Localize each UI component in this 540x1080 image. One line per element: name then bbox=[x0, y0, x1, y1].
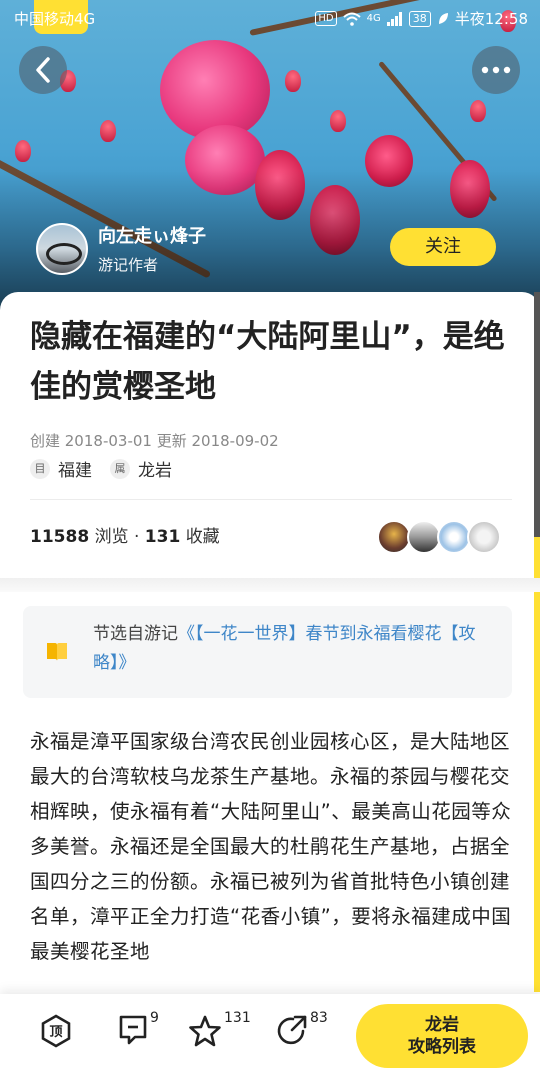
top-badge-icon: 顶 bbox=[41, 1014, 71, 1048]
author-avatar[interactable] bbox=[36, 222, 88, 275]
top-label: 顶 bbox=[49, 1025, 62, 1040]
excerpt-prefix: 节选自游记 bbox=[93, 624, 178, 644]
favorite-count: 131 bbox=[224, 1010, 251, 1026]
guide-list-button[interactable]: 龙岩 攻略列表 bbox=[356, 1004, 528, 1068]
visitor-avatar[interactable] bbox=[377, 520, 411, 554]
visitor-avatar[interactable] bbox=[467, 520, 501, 554]
views-label: 浏览 bbox=[94, 527, 129, 547]
back-button[interactable] bbox=[19, 46, 67, 94]
share-icon bbox=[277, 1015, 307, 1045]
article-title: 隐藏在福建的“大陆阿里山”，是绝佳的赏樱圣地 bbox=[30, 319, 505, 405]
blossom-bud bbox=[470, 100, 486, 122]
cta-line2: 攻略列表 bbox=[408, 1037, 476, 1057]
battery-icon: 38 bbox=[408, 10, 431, 27]
favorites-label: 收藏 bbox=[185, 527, 220, 547]
blossom-bud bbox=[15, 140, 31, 162]
article-body: 永福是漳平国家级台湾农民创业园核心区，是大陆地区最大的台湾软枝乌龙茶生产基地。永… bbox=[30, 730, 512, 963]
status-icons: HD 4G 38 半夜12:58 bbox=[315, 8, 528, 29]
blossom-bud bbox=[330, 110, 346, 132]
tag-label[interactable]: 龙岩 bbox=[138, 456, 172, 481]
hero-image bbox=[0, 0, 540, 330]
book-icon bbox=[47, 643, 67, 661]
clock: 半夜12:58 bbox=[454, 10, 528, 28]
author-block[interactable]: 向左走ぃ烽子 游记作者 bbox=[36, 222, 206, 275]
visitor-avatar[interactable] bbox=[437, 520, 471, 554]
favorite-button[interactable]: 131 bbox=[188, 1010, 251, 1054]
comment-count: 9 bbox=[150, 1010, 159, 1026]
more-dots-icon bbox=[481, 66, 511, 74]
article-tags: 目 福建 属 龙岩 bbox=[30, 456, 172, 481]
more-button[interactable] bbox=[472, 46, 520, 94]
follow-button[interactable]: 关注 bbox=[390, 228, 496, 266]
article-dates: 创建 2018-03-01 更新 2018-09-02 bbox=[30, 432, 279, 450]
tag-label[interactable]: 福建 bbox=[58, 456, 92, 481]
wifi-icon bbox=[342, 12, 361, 26]
destination-icon: 目 bbox=[30, 458, 50, 479]
chevron-left-icon bbox=[36, 57, 50, 83]
stats-separator: · bbox=[133, 527, 140, 547]
section-gap bbox=[0, 578, 540, 592]
article-stats: 11588 浏览 · 131 收藏 bbox=[30, 522, 220, 547]
status-bar: 中国移动4G HD 4G 38 半夜12:58 bbox=[0, 0, 540, 36]
excerpt-source-box[interactable]: 节选自游记《【一花一世界】春节到永福看樱花【攻略】》 bbox=[23, 606, 512, 698]
bottom-action-bar: 顶 9 131 83 龙岩 攻略列表 bbox=[0, 994, 540, 1080]
signal-icon bbox=[386, 11, 402, 26]
divider bbox=[30, 499, 512, 500]
favorites-count: 131 bbox=[144, 527, 181, 547]
carrier-label: 中国移动4G bbox=[14, 10, 96, 28]
leaf-icon bbox=[438, 12, 448, 24]
author-role: 游记作者 bbox=[98, 256, 159, 274]
author-name[interactable]: 向左走ぃ烽子 bbox=[98, 222, 206, 248]
blossom-bud bbox=[100, 120, 116, 142]
hd-icon: HD bbox=[315, 11, 337, 26]
scroll-indicator bbox=[534, 292, 540, 992]
tag-fujian[interactable]: 目 福建 bbox=[30, 456, 92, 481]
subregion-icon: 属 bbox=[110, 458, 130, 479]
star-icon bbox=[189, 1015, 221, 1047]
comment-button[interactable]: 9 bbox=[118, 1010, 159, 1054]
visitor-avatars[interactable] bbox=[377, 520, 501, 554]
comment-icon bbox=[119, 1015, 147, 1045]
blossom-bud bbox=[285, 70, 301, 92]
views-count: 11588 bbox=[30, 527, 90, 547]
visitor-avatar[interactable] bbox=[407, 520, 441, 554]
tag-longyan[interactable]: 属 龙岩 bbox=[110, 456, 172, 481]
share-button[interactable]: 83 bbox=[276, 1010, 328, 1054]
cta-line1: 龙岩 bbox=[425, 1015, 459, 1035]
share-count: 83 bbox=[310, 1010, 328, 1026]
network-label: 4G bbox=[366, 13, 381, 24]
top-button[interactable]: 顶 bbox=[40, 1014, 72, 1054]
